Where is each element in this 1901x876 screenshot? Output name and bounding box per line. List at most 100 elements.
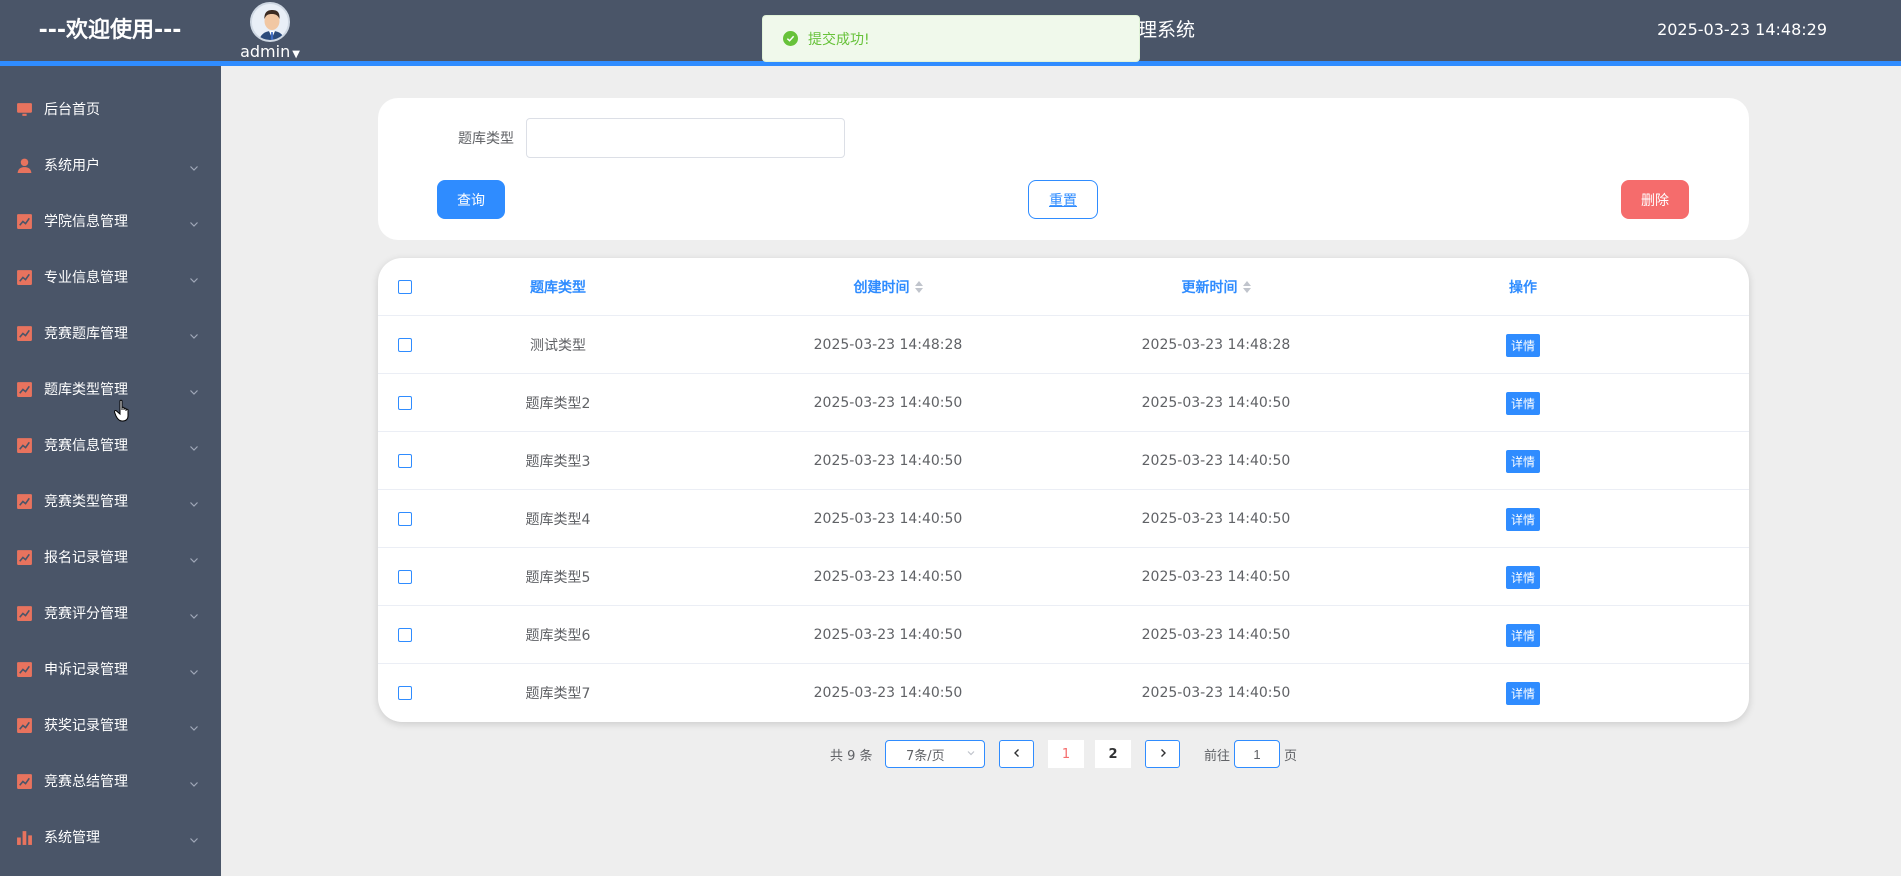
sidebar-item[interactable]: 系统管理 [0, 809, 221, 865]
cell-created-time: 2025-03-23 14:48:28 [813, 337, 963, 353]
sidebar-item[interactable]: 专业信息管理 [0, 249, 221, 305]
chevron-down-icon [188, 831, 200, 843]
next-page-button[interactable] [1145, 740, 1180, 768]
chevron-down-icon [188, 495, 200, 507]
query-button[interactable]: 查询 [437, 180, 505, 219]
bar-chart-icon [16, 829, 33, 846]
cell-type: 测试类型 [530, 338, 586, 354]
search-label: 题库类型 [458, 131, 514, 147]
select-all-checkbox[interactable] [398, 280, 412, 294]
column-header-updated[interactable]: 更新时间 [1136, 258, 1296, 316]
user-icon [16, 157, 33, 174]
chevron-down-icon[interactable]: ▼ [292, 49, 300, 60]
sidebar-item-label: 题库类型管理 [44, 382, 128, 398]
check-circle-icon [783, 31, 798, 46]
chevron-down-icon [188, 607, 200, 619]
chevron-left-icon [1012, 747, 1022, 762]
row-checkbox[interactable] [398, 396, 412, 410]
table-row: 题库类型7 2025-03-23 14:40:50 2025-03-23 14:40… [378, 664, 1749, 722]
user-menu[interactable]: admin ▼ [240, 2, 300, 61]
monitor-icon [16, 101, 33, 118]
prev-page-button[interactable] [999, 740, 1034, 768]
sort-icon[interactable] [914, 281, 923, 293]
cell-type: 题库类型5 [525, 570, 591, 586]
row-checkbox[interactable] [398, 628, 412, 642]
reset-button[interactable]: 重置 [1028, 180, 1098, 219]
detail-button[interactable]: 详情 [1505, 449, 1540, 473]
cell-actions: 详情 [1483, 374, 1563, 432]
sidebar-item-label: 报名记录管理 [44, 550, 128, 566]
delete-button[interactable]: 删除 [1621, 180, 1689, 219]
chart-line-icon [16, 437, 33, 454]
table-row: 题库类型2 2025-03-23 14:40:50 2025-03-23 14:40… [378, 374, 1749, 432]
detail-button[interactable]: 详情 [1505, 565, 1540, 589]
page-number-1[interactable]: 1 [1048, 740, 1084, 768]
sidebar-item[interactable]: 报名记录管理 [0, 529, 221, 585]
sidebar-item[interactable]: 竞赛评分管理 [0, 585, 221, 641]
goto-unit-label: 页 [1284, 748, 1298, 764]
sort-icon[interactable] [1242, 281, 1251, 293]
row-checkbox[interactable] [398, 454, 412, 468]
cell-actions: 详情 [1483, 606, 1563, 664]
sidebar-item-label: 竞赛类型管理 [44, 494, 128, 510]
detail-button[interactable]: 详情 [1505, 507, 1540, 531]
sidebar-item-label: 申诉记录管理 [44, 662, 128, 678]
sidebar-item-label: 竞赛题库管理 [44, 326, 128, 342]
cell-type: 题库类型4 [525, 512, 591, 528]
goto-page-input[interactable] [1234, 740, 1280, 768]
row-checkbox[interactable] [398, 570, 412, 584]
cell-updated-time: 2025-03-23 14:40:50 [1141, 395, 1291, 411]
cell-type: 题库类型3 [525, 454, 591, 470]
sidebar-item[interactable]: 竞赛类型管理 [0, 473, 221, 529]
sidebar-item-label: 竞赛评分管理 [44, 606, 128, 622]
column-header-created[interactable]: 创建时间 [808, 258, 968, 316]
sidebar-item-label: 系统管理 [44, 830, 100, 846]
row-select-cell [378, 374, 432, 432]
detail-button[interactable]: 详情 [1505, 391, 1540, 415]
cell-actions: 详情 [1483, 316, 1563, 374]
sidebar-item-label: 专业信息管理 [44, 270, 128, 286]
cell-updated-time: 2025-03-23 14:40:50 [1141, 453, 1291, 469]
table-row: 测试类型 2025-03-23 14:48:28 2025-03-23 14:48:… [378, 316, 1749, 374]
chart-line-icon [16, 773, 33, 790]
page-number-2[interactable]: 2 [1095, 740, 1131, 768]
sidebar-item[interactable]: 竞赛题库管理 [0, 305, 221, 361]
row-checkbox[interactable] [398, 686, 412, 700]
question-bank-type-input[interactable] [526, 118, 845, 158]
sidebar-item[interactable]: 竞赛信息管理 [0, 417, 221, 473]
cell-created-time: 2025-03-23 14:40:50 [813, 627, 963, 643]
detail-button[interactable]: 详情 [1505, 333, 1540, 357]
sidebar-item[interactable]: 后台首页 [0, 81, 221, 137]
chevron-down-icon [188, 327, 200, 339]
row-checkbox[interactable] [398, 512, 412, 526]
chevron-down-icon [188, 551, 200, 563]
page-size-select[interactable]: 7条/页 [885, 740, 985, 768]
column-header-updated-label: 更新时间 [1181, 280, 1238, 296]
cell-created-time: 2025-03-23 14:40:50 [813, 453, 963, 469]
data-table: 题库类型 创建时间 更新时间 操作 测试类型 2025-03-23 14:48:2… [378, 258, 1749, 722]
avatar[interactable] [250, 2, 290, 42]
page-size-value: 7条/页 [906, 748, 945, 764]
cell-actions: 详情 [1483, 490, 1563, 548]
row-checkbox[interactable] [398, 338, 412, 352]
sidebar: 后台首页 系统用户 学院信息管理 专业信息管理 竞赛题库管理 题库类型管理 竞赛信息管理 竞赛… [0, 66, 221, 876]
row-select-cell [378, 432, 432, 490]
chart-line-icon [16, 605, 33, 622]
chevron-down-icon [188, 663, 200, 675]
username[interactable]: admin [240, 42, 290, 61]
chart-line-icon [16, 661, 33, 678]
cell-updated-time: 2025-03-23 14:40:50 [1141, 569, 1291, 585]
cell-actions: 详情 [1483, 664, 1563, 722]
column-header-actions: 操作 [1509, 280, 1537, 296]
cell-created-time: 2025-03-23 14:40:50 [813, 511, 963, 527]
sidebar-item[interactable]: 获奖记录管理 [0, 697, 221, 753]
detail-button[interactable]: 详情 [1505, 681, 1540, 705]
sidebar-item[interactable]: 申诉记录管理 [0, 641, 221, 697]
detail-button[interactable]: 详情 [1505, 623, 1540, 647]
sidebar-item[interactable]: 学院信息管理 [0, 193, 221, 249]
sidebar-item[interactable]: 题库类型管理 [0, 361, 221, 417]
sidebar-item[interactable]: 竞赛总结管理 [0, 753, 221, 809]
sidebar-item[interactable]: 系统用户 [0, 137, 221, 193]
success-toast: 提交成功! [762, 15, 1140, 62]
cell-updated-time: 2025-03-23 14:40:50 [1141, 685, 1291, 701]
